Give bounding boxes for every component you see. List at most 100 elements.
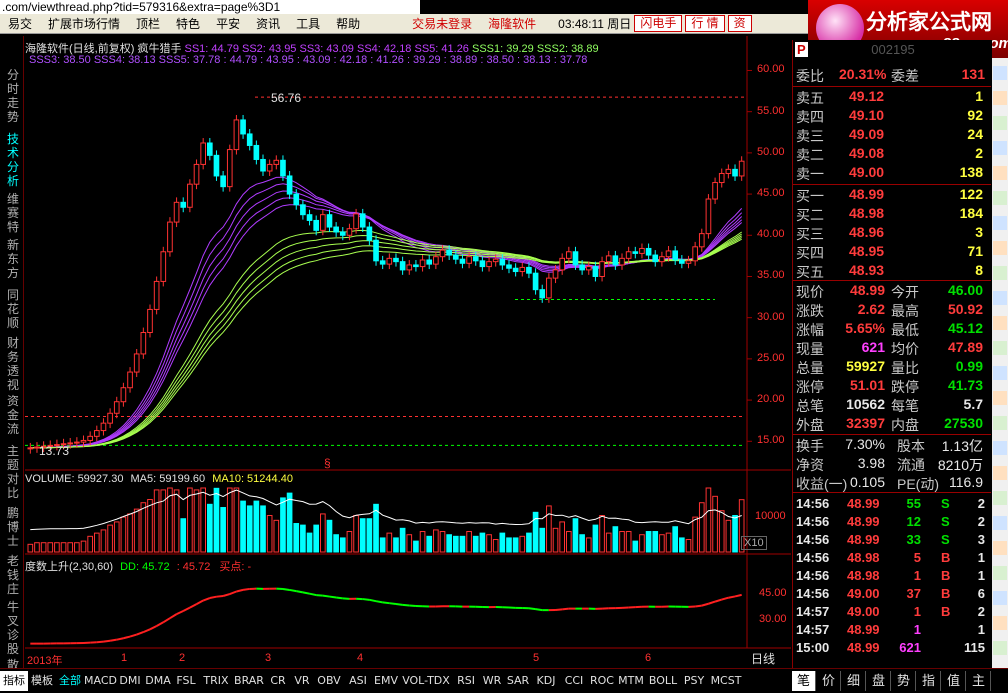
panel-tab[interactable]: 势 xyxy=(892,671,916,691)
vtab-intraday[interactable]: 分时走势 xyxy=(6,68,20,124)
toolbar-tool-icon[interactable] xyxy=(993,466,1007,480)
period-label[interactable]: 日线 xyxy=(751,650,775,667)
toolbar-tool-icon[interactable] xyxy=(993,391,1007,405)
toolbar-tool-icon[interactable] xyxy=(993,241,1007,255)
panel-tab[interactable]: 盘 xyxy=(867,671,891,691)
toolbar-tool-icon[interactable] xyxy=(993,616,1007,630)
indicator-tab[interactable]: ROC xyxy=(588,671,616,691)
trade-login-status[interactable]: 交易未登录 xyxy=(404,15,480,32)
panel-tab[interactable]: 细 xyxy=(842,671,866,691)
indicator-tab[interactable]: DMI xyxy=(116,671,144,691)
menu-item-top-bar[interactable]: 顶栏 xyxy=(128,15,168,32)
toolbar-tool-icon[interactable] xyxy=(993,541,1007,555)
menu-item-tools[interactable]: 工具 xyxy=(288,15,328,32)
vtab-technical[interactable]: 技术分析 xyxy=(6,132,20,188)
menu-item-help[interactable]: 帮助 xyxy=(328,15,368,32)
vtab-retail[interactable]: 散户 xyxy=(6,658,20,668)
indicator-tab[interactable]: MCST xyxy=(708,671,744,691)
x-label-5: 5 xyxy=(533,652,540,664)
toolbar-tool-icon[interactable] xyxy=(993,191,1007,205)
toolbar-tool-icon[interactable] xyxy=(993,91,1007,105)
indicator-tab[interactable]: DMA xyxy=(144,671,172,691)
indicator-tab[interactable]: VR xyxy=(290,671,314,691)
candle-body xyxy=(80,439,87,443)
vtab-finance[interactable]: 财务透视 xyxy=(6,336,20,392)
toolbar-tool-icon[interactable] xyxy=(993,416,1007,430)
indicator-tab[interactable]: TRIX xyxy=(200,671,232,691)
indicator-tab[interactable]: VOL-TDX xyxy=(400,671,452,691)
volume-bar xyxy=(406,534,413,553)
menu-item-news[interactable]: 资讯 xyxy=(248,15,288,32)
toolbar-tool-icon[interactable] xyxy=(993,316,1007,330)
menu-item-features[interactable]: 特色 xyxy=(168,15,208,32)
vtab-ths[interactable]: 同花顺 xyxy=(6,288,20,330)
info-button[interactable]: 资 xyxy=(727,15,752,32)
indicator-tab[interactable]: 指标 xyxy=(0,671,28,691)
vtab-lqz[interactable]: 老钱庄 xyxy=(6,554,20,596)
indicator-tab[interactable]: 全部 xyxy=(56,671,84,691)
indicator-tab[interactable]: OBV xyxy=(314,671,344,691)
vtab-vsat[interactable]: 维赛特 xyxy=(6,192,20,234)
toolbar-tool-icon[interactable] xyxy=(993,566,1007,580)
indicator-tab[interactable]: KDJ xyxy=(532,671,560,691)
vtab-fund-flow[interactable]: 资金流 xyxy=(6,394,20,436)
tick-volume: 1 xyxy=(913,622,921,637)
indicator-tab[interactable]: CCI xyxy=(560,671,588,691)
panel-tab[interactable]: 笔 xyxy=(792,671,816,691)
volume-bar xyxy=(599,515,605,553)
panel-tab[interactable]: 指 xyxy=(917,671,941,691)
indicator-tab[interactable]: PSY xyxy=(680,671,708,691)
pin-icon[interactable]: P xyxy=(795,42,808,57)
indicator-tab[interactable]: MTM xyxy=(616,671,646,691)
toolbar-tool-icon[interactable] xyxy=(993,516,1007,530)
stock-name-link[interactable]: 海隆软件 xyxy=(480,15,544,32)
toolbar-tool-icon[interactable] xyxy=(993,491,1007,505)
volume-bar xyxy=(386,532,393,553)
vtab-compare[interactable]: 主题对比 xyxy=(6,444,20,500)
indicator-tab[interactable]: SAR xyxy=(504,671,532,691)
toolbar-tool-icon[interactable] xyxy=(993,641,1007,655)
menu-item-extended-market[interactable]: 扩展市场行情 xyxy=(40,15,128,32)
toolbar-tool-icon[interactable] xyxy=(993,591,1007,605)
toolbar-tool-icon[interactable] xyxy=(993,266,1007,280)
indicator-tab[interactable]: FSL xyxy=(172,671,200,691)
toolbar-tool-icon[interactable] xyxy=(993,116,1007,130)
candle-body xyxy=(220,175,226,188)
vtab-xdf[interactable]: 新东方 xyxy=(6,238,20,280)
quote-button[interactable]: 行 情 xyxy=(685,15,725,32)
toolbar-tool-icon[interactable] xyxy=(993,141,1007,155)
flash-trade-button[interactable]: 闪电手 xyxy=(634,15,683,32)
indicator-tab[interactable]: BRAR xyxy=(232,671,266,691)
indicator-tab[interactable]: EMV xyxy=(372,671,400,691)
toolbar-tool-icon[interactable] xyxy=(993,366,1007,380)
volume-bar xyxy=(612,526,619,553)
toolbar-tool-icon[interactable] xyxy=(993,291,1007,305)
toolbar-tool-icon[interactable] xyxy=(993,216,1007,230)
vtab-diagnosis[interactable]: 牛叉诊股 xyxy=(6,600,20,656)
indicator-tab[interactable]: 模板 xyxy=(28,671,56,691)
indicator-tab[interactable]: MACD xyxy=(84,671,117,691)
indicator-tab[interactable]: ASI xyxy=(344,671,372,691)
sell-row: 卖二 49.08 2 xyxy=(793,145,991,164)
panel-tab[interactable]: 值 xyxy=(942,671,966,691)
vertical-toolbar[interactable] xyxy=(992,58,1008,668)
candle-body xyxy=(180,201,187,208)
tick-time: 14:56 xyxy=(796,514,830,529)
panel-tab[interactable]: 价 xyxy=(817,671,841,691)
kline-chart-area[interactable]: 海隆软件(日线,前复权) 疯牛猎手 SS1: 44.79 SS2: 43.95 … xyxy=(25,36,791,668)
toolbar-tool-icon[interactable] xyxy=(993,441,1007,455)
menu-item-trade[interactable]: 易交 xyxy=(0,15,40,32)
indicator-tab[interactable]: CR xyxy=(266,671,290,691)
vtab-pbs[interactable]: 鹏博士 xyxy=(6,506,20,548)
indicator-tab[interactable]: BOLL xyxy=(646,671,680,691)
panel-tab[interactable]: 主 xyxy=(967,671,991,691)
indicator-tab[interactable]: RSI xyxy=(452,671,480,691)
indicator-tab[interactable]: WR xyxy=(480,671,504,691)
toolbar-tool-icon[interactable] xyxy=(993,166,1007,180)
stat-label: 总笔 xyxy=(796,398,824,414)
volume-bar xyxy=(446,534,452,553)
left-vertical-tabs: 分时走势 技术分析 维赛特 新东方 同花顺 财务透视 资金流 主题对比 鹏博士 … xyxy=(0,36,24,668)
toolbar-tool-icon[interactable] xyxy=(993,341,1007,355)
menu-item-pingan[interactable]: 平安 xyxy=(208,15,248,32)
toolbar-tool-icon[interactable] xyxy=(993,66,1007,80)
